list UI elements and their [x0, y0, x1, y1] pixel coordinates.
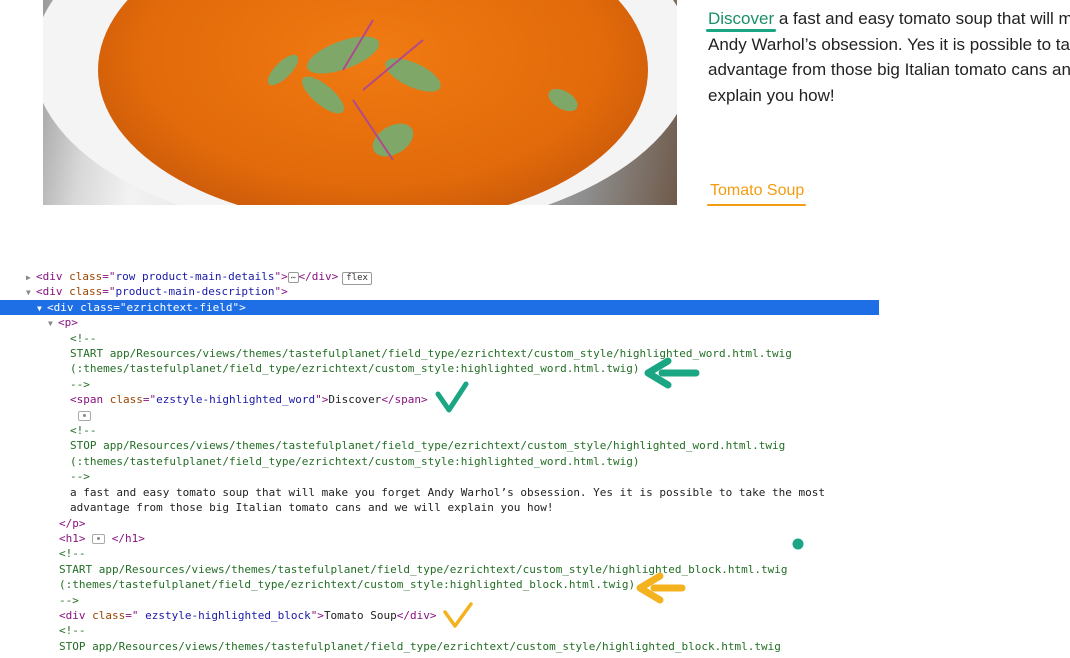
dom-node-span[interactable]: <span class="ezstyle-highlighted_word">D…	[70, 392, 428, 407]
eye-icon[interactable]	[78, 411, 91, 421]
product-description: Discover a fast and easy tomato soup tha…	[706, 6, 1070, 108]
checkmark-icon	[443, 602, 473, 628]
highlighted-word: Discover	[706, 9, 777, 32]
comment-open: <!--	[59, 624, 86, 637]
expanded-triangle-icon[interactable]: ▼	[0, 301, 47, 316]
highlight-underline	[706, 29, 777, 32]
comment-open: <!--	[70, 332, 97, 345]
description-line: a fast and easy tomato soup that will ma…	[774, 9, 1070, 28]
comment-open: <!--	[59, 547, 86, 560]
text-node-line[interactable]: a fast and easy tomato soup that will ma…	[70, 485, 825, 500]
whitespace-node[interactable]	[78, 408, 91, 423]
comment-open: <!--	[70, 424, 97, 437]
comment-word-alias: (:themes/tastefulplanet/field_type/ezric…	[70, 362, 640, 375]
dom-node-h1[interactable]: <h1> </h1>	[59, 531, 145, 546]
comment-block-alias: (:themes/tastefulplanet/field_type/ezric…	[59, 578, 636, 591]
comment-stop-word: STOP app/Resources/views/themes/tasteful…	[70, 439, 786, 452]
comment-stop-block: STOP app/Resources/views/themes/tasteful…	[59, 640, 781, 653]
arrow-left-icon	[644, 357, 700, 389]
devtools-elements-panel: ▶ <div class="row product-main-details"> ⋯…	[0, 262, 1070, 658]
highlighted-block-title: Tomato Soup	[710, 182, 805, 199]
flex-badge[interactable]: flex	[342, 272, 372, 285]
comment-close: -->	[70, 378, 90, 391]
dom-node-p-close[interactable]: </p>	[59, 516, 86, 531]
comment-close: -->	[70, 470, 90, 483]
selected-dom-node[interactable]: ▼ <div class="ezrichtext-field">	[0, 300, 879, 315]
checkmark-icon	[435, 381, 469, 413]
highlighted-block-underline	[707, 204, 806, 206]
dom-node-main-description[interactable]: ▼ <div class="product-main-description">	[26, 284, 288, 299]
description-line: explain you how!	[708, 85, 835, 105]
comment-close: -->	[59, 594, 79, 607]
ellipsis-icon[interactable]: ⋯	[287, 272, 299, 283]
dot-icon	[792, 538, 804, 550]
expanded-triangle-icon[interactable]: ▼	[48, 316, 58, 331]
description-line: advantage from those big Italian tomato …	[708, 60, 1070, 79]
dom-node-highlighted-block[interactable]: <div class=" ezstyle-highlighted_block">…	[59, 608, 437, 623]
text-node-line[interactable]: advantage from those big Italian tomato …	[70, 500, 553, 515]
eye-icon[interactable]	[92, 534, 106, 544]
expanded-triangle-icon[interactable]: ▼	[26, 285, 36, 300]
description-line: Andy Warhol’s obsession. Yes it is possi…	[708, 34, 1070, 54]
arrow-left-icon	[636, 572, 686, 604]
dom-node-row-details[interactable]: ▶ <div class="row product-main-details"> ⋯…	[26, 269, 372, 285]
dom-node-p[interactable]: ▼ <p>	[48, 315, 78, 330]
tomato-soup-photo	[43, 0, 677, 205]
comment-stop-word-alias: (:themes/tastefulplanet/field_type/ezric…	[70, 455, 640, 468]
collapsed-triangle-icon[interactable]: ▶	[26, 270, 36, 285]
